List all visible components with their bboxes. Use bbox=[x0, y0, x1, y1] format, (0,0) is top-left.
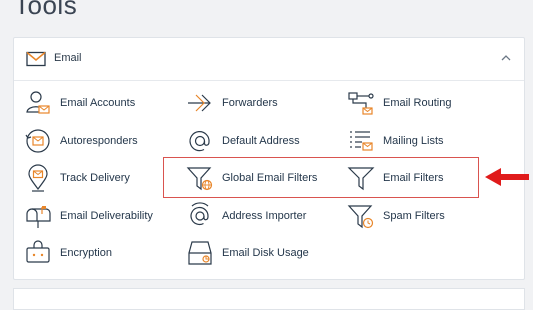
tool-label: Email Disk Usage bbox=[222, 247, 309, 259]
funnel-globe-icon bbox=[186, 165, 213, 191]
funnel-clock-icon bbox=[347, 203, 374, 229]
tool-spam-filters[interactable]: Spam Filters bbox=[347, 201, 445, 231]
autoresponder-icon bbox=[25, 128, 51, 154]
tool-email-deliverability[interactable]: Email Deliverability bbox=[25, 201, 153, 231]
tool-forwarders[interactable]: Forwarders bbox=[187, 88, 278, 118]
tool-label: Spam Filters bbox=[383, 210, 445, 222]
list-icon bbox=[348, 128, 374, 154]
tool-label: Email Filters bbox=[383, 172, 444, 184]
tool-default-address[interactable]: Default Address bbox=[187, 126, 300, 156]
at-import-icon bbox=[187, 202, 213, 229]
tool-email-accounts[interactable]: Email Accounts bbox=[25, 88, 135, 118]
tool-mailing-lists[interactable]: Mailing Lists bbox=[348, 126, 444, 156]
tool-encryption[interactable]: Encryption bbox=[25, 238, 112, 268]
tool-address-importer[interactable]: Address Importer bbox=[187, 201, 306, 231]
tool-label: Encryption bbox=[60, 247, 112, 259]
encryption-key-icon bbox=[25, 240, 51, 266]
next-section-panel bbox=[13, 288, 525, 310]
user-email-icon bbox=[25, 90, 51, 116]
tool-label: Email Deliverability bbox=[60, 210, 153, 222]
tool-label: Forwarders bbox=[222, 97, 278, 109]
tool-label: Mailing Lists bbox=[383, 135, 444, 147]
pointer-arrow-icon bbox=[485, 168, 529, 186]
tool-label: Email Routing bbox=[383, 97, 452, 109]
funnel-icon bbox=[347, 165, 375, 191]
tool-label: Address Importer bbox=[222, 210, 307, 222]
page-title: Tools bbox=[14, 0, 78, 20]
forward-arrow-icon bbox=[187, 90, 213, 116]
tool-email-filters[interactable]: Email Filters bbox=[347, 163, 444, 193]
email-section-title: Email bbox=[54, 52, 82, 64]
tool-label: Global Email Filters bbox=[222, 172, 318, 184]
tool-label: Default Address bbox=[222, 135, 300, 147]
mailbox-icon bbox=[25, 203, 51, 229]
chevron-up-icon[interactable] bbox=[500, 53, 512, 63]
disk-usage-icon bbox=[187, 240, 213, 266]
routing-icon bbox=[348, 90, 374, 116]
at-sign-icon bbox=[187, 128, 213, 154]
tool-label: Email Accounts bbox=[60, 97, 136, 109]
tool-global-email-filters[interactable]: Global Email Filters bbox=[186, 163, 318, 193]
tool-email-routing[interactable]: Email Routing bbox=[348, 88, 451, 118]
map-pin-email-icon bbox=[25, 164, 51, 192]
tool-autoresponders[interactable]: Autoresponders bbox=[25, 126, 138, 156]
tool-label: Autoresponders bbox=[60, 135, 138, 147]
envelope-icon bbox=[26, 51, 46, 67]
tool-email-disk-usage[interactable]: Email Disk Usage bbox=[187, 238, 309, 268]
tool-track-delivery[interactable]: Track Delivery bbox=[25, 163, 130, 193]
tool-label: Track Delivery bbox=[60, 172, 130, 184]
email-section-header[interactable]: Email bbox=[14, 38, 524, 81]
